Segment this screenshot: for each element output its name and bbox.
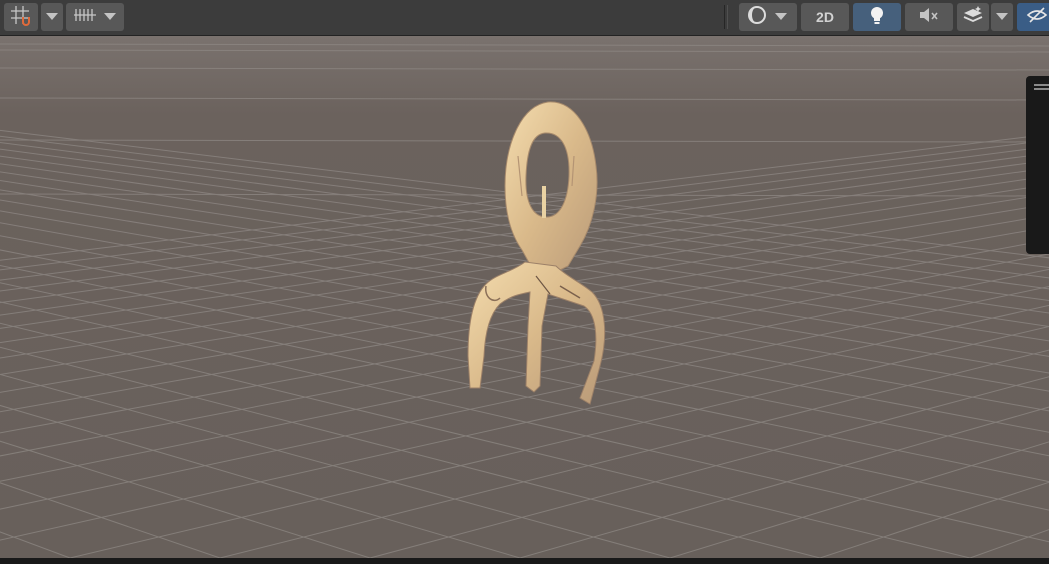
chevron-down-icon (775, 8, 787, 26)
scene-toolbar: 2D (0, 0, 1049, 36)
eye-hidden-icon (1026, 6, 1048, 28)
pitchfork-model[interactable] (0, 36, 1049, 558)
scene-visibility-toggle[interactable] (1017, 3, 1049, 31)
chevron-down-icon (104, 8, 116, 26)
overlay-menu-icon-line (1034, 88, 1049, 90)
layers-effects-icon (962, 5, 984, 30)
shaded-sphere-icon (747, 5, 767, 30)
grid-snap-icon (9, 4, 33, 31)
viewport-bottom-edge (0, 558, 1049, 564)
chevron-down-icon (996, 8, 1008, 26)
overlay-menu-icon (1034, 84, 1049, 86)
scene-overlay-panel[interactable] (1026, 76, 1049, 254)
mode-2d-toggle[interactable]: 2D (801, 3, 849, 31)
scene-lighting-toggle[interactable] (853, 3, 901, 31)
grid-snap-dropdown-button[interactable] (41, 3, 63, 31)
draw-mode-button[interactable] (739, 3, 797, 31)
effects-dropdown-button[interactable] (991, 3, 1013, 31)
lightbulb-icon (868, 5, 886, 30)
increment-snap-icon (72, 5, 98, 30)
scene-audio-toggle[interactable] (905, 3, 953, 31)
speaker-muted-icon (918, 6, 940, 29)
scene-effects-button[interactable] (957, 3, 989, 31)
grid-snapping-button[interactable] (4, 3, 38, 31)
scene-viewport[interactable] (0, 36, 1049, 558)
toolbar-separator (724, 5, 728, 29)
chevron-down-icon (46, 8, 58, 26)
increment-snap-button[interactable] (66, 3, 124, 31)
mode-2d-label: 2D (816, 9, 834, 25)
